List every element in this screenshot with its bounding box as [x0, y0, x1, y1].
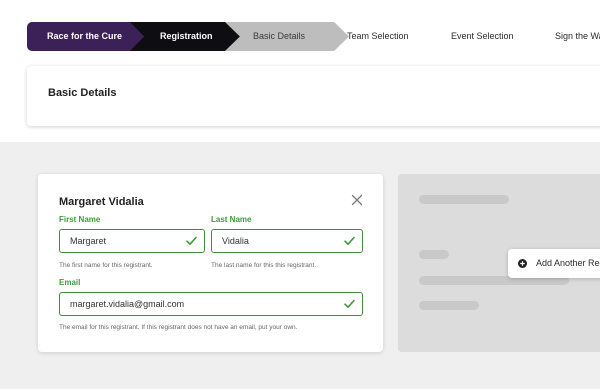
add-registrant-button[interactable]: Add Another Regi	[508, 249, 600, 278]
close-icon[interactable]	[351, 194, 363, 206]
section-title: Basic Details	[48, 87, 117, 99]
breadcrumb-step-label: Team Selection	[347, 31, 409, 41]
skeleton-line	[419, 195, 509, 204]
breadcrumb-step-team-selection[interactable]: Team Selection	[347, 22, 409, 51]
breadcrumb-step-label: Event Selection	[451, 31, 514, 41]
breadcrumb: Race for the Cure Registration Basic Det…	[27, 22, 600, 51]
plus-circle-icon	[518, 259, 527, 268]
last-name-label: Last Name	[211, 215, 252, 224]
email-field[interactable]: margaret.vidalia@gmail.com	[59, 292, 363, 316]
breadcrumb-step-sign-waiver[interactable]: Sign the Wai	[555, 22, 600, 51]
breadcrumb-step-basic-details[interactable]: Basic Details	[225, 22, 349, 51]
breadcrumb-step-label: Basic Details	[253, 31, 306, 41]
first-name-hint: The first name for this registrant.	[59, 262, 153, 269]
check-icon	[344, 299, 355, 308]
first-name-value: Margaret	[70, 236, 107, 246]
last-name-hint: The last name for this this registrant.	[211, 262, 317, 269]
breadcrumb-step-label: Sign the Wai	[555, 31, 600, 41]
check-icon	[344, 236, 355, 245]
last-name-value: Vidalia	[222, 236, 249, 246]
skeleton-line	[419, 250, 449, 259]
skeleton-line	[419, 301, 479, 310]
section-header-card: Basic Details	[27, 66, 600, 126]
check-icon	[186, 236, 197, 245]
add-registrant-label: Add Another Regi	[536, 258, 600, 268]
email-value: margaret.vidalia@gmail.com	[70, 299, 185, 309]
breadcrumb-step-label: Race for the Cure	[47, 31, 123, 41]
email-hint: The email for this registrant. If this r…	[59, 324, 298, 331]
breadcrumb-step-event-selection[interactable]: Event Selection	[451, 22, 514, 51]
first-name-label: First Name	[59, 215, 101, 224]
first-name-field[interactable]: Margaret	[59, 229, 205, 253]
email-label: Email	[59, 278, 81, 287]
breadcrumb-step-event[interactable]: Race for the Cure	[27, 22, 147, 51]
registrant-card: Margaret Vidalia First Name Margaret The…	[38, 174, 383, 352]
last-name-field[interactable]: Vidalia	[211, 229, 363, 253]
registrant-name: Margaret Vidalia	[59, 196, 144, 208]
